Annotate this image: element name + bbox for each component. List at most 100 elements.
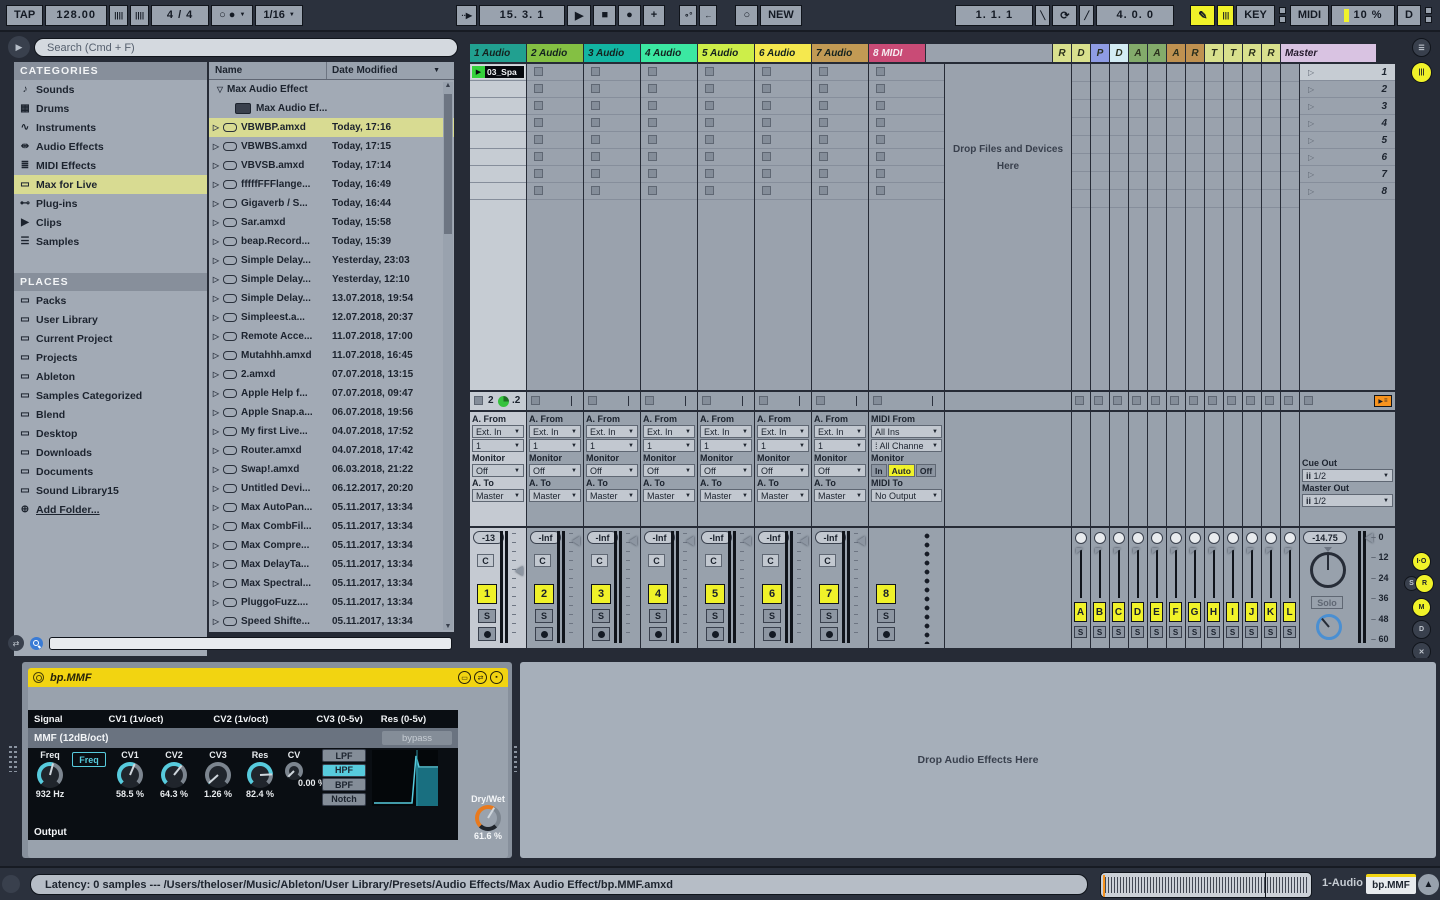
clip-slot[interactable]: ▶ 03_Spa bbox=[470, 64, 526, 81]
clip-stop-button[interactable] bbox=[705, 118, 714, 127]
file-row[interactable]: ▷ fffffFFFlange... Today, 16:49 bbox=[209, 175, 454, 194]
max-edit-button[interactable]: ▭ bbox=[458, 671, 471, 684]
volume-fader[interactable] bbox=[857, 536, 865, 546]
preview-bar[interactable] bbox=[49, 637, 452, 650]
return-track-header[interactable]: T bbox=[1205, 44, 1223, 62]
clip-stop-button[interactable] bbox=[876, 118, 885, 127]
track-stop-button[interactable] bbox=[1189, 396, 1198, 405]
clip-stop-button[interactable] bbox=[762, 169, 771, 178]
solo-button[interactable]: S bbox=[1188, 626, 1201, 638]
clip-stop-button[interactable] bbox=[705, 169, 714, 178]
category-item[interactable]: ⇹ Audio Effects bbox=[14, 137, 207, 156]
expand-icon[interactable]: ▷ bbox=[209, 275, 223, 284]
clip-stop-button[interactable] bbox=[591, 169, 600, 178]
volume-fader[interactable] bbox=[629, 536, 637, 546]
return-track-header[interactable]: R bbox=[1053, 44, 1071, 62]
monitor-select[interactable]: Off▼ bbox=[472, 464, 524, 477]
expand-icon[interactable]: ▷ bbox=[209, 560, 223, 569]
clip-slot[interactable] bbox=[869, 81, 944, 98]
midi-map-button[interactable]: MIDI bbox=[1290, 5, 1329, 26]
arrangement-position-field[interactable]: 15. 3. 1 bbox=[479, 5, 565, 26]
clip-stop-button[interactable] bbox=[591, 152, 600, 161]
return-fader-handle[interactable] bbox=[1133, 548, 1140, 554]
clip[interactable]: ▶ 03_Spa bbox=[471, 65, 525, 79]
clip-slot[interactable] bbox=[641, 132, 697, 149]
category-item[interactable]: ☰ Samples bbox=[14, 232, 207, 251]
clip-slot[interactable] bbox=[527, 115, 583, 132]
quantize-menu[interactable]: 1/16▼ bbox=[255, 5, 302, 26]
audio-from-select[interactable]: Ext. In▼ bbox=[472, 425, 524, 438]
clip-stop-button[interactable] bbox=[648, 169, 657, 178]
audio-to-select[interactable]: Master▼ bbox=[700, 489, 752, 502]
back-to-arrangement-button[interactable]: ← bbox=[699, 5, 717, 26]
clip-stop-button[interactable] bbox=[876, 84, 885, 93]
file-row[interactable]: ▷ Gigaverb / S... Today, 16:44 bbox=[209, 194, 454, 213]
date-column-header[interactable]: Date Modified▼ bbox=[327, 62, 454, 79]
clip-stop-button[interactable] bbox=[762, 152, 771, 161]
place-item[interactable]: ▭ Blend bbox=[14, 405, 207, 424]
freq-mode-button[interactable]: Freq bbox=[72, 752, 106, 767]
clip-slot[interactable] bbox=[470, 149, 526, 166]
track-stop-button[interactable] bbox=[759, 396, 768, 405]
bypass-button[interactable]: bypass bbox=[382, 731, 452, 745]
monitor-select[interactable]: Off▼ bbox=[814, 464, 866, 477]
file-row[interactable]: ▷ Remote Acce... 11.07.2018, 17:00 bbox=[209, 327, 454, 346]
return-fader-handle[interactable] bbox=[1209, 548, 1216, 554]
volume-fader[interactable] bbox=[515, 566, 523, 576]
track-activator-button[interactable]: 1 bbox=[477, 584, 497, 604]
track-stop-button[interactable] bbox=[1227, 396, 1236, 405]
clip-stop-button[interactable] bbox=[705, 186, 714, 195]
hot-swap-icon[interactable]: ⇄ bbox=[8, 635, 24, 651]
place-item[interactable]: ▭ Packs bbox=[14, 291, 207, 310]
monitor-auto-button[interactable]: Auto bbox=[888, 464, 915, 477]
audio-from-select[interactable]: Ext. In▼ bbox=[700, 425, 752, 438]
clip-slot[interactable] bbox=[869, 115, 944, 132]
file-row[interactable]: ▷ Max Compre... 05.11.2017, 13:34 bbox=[209, 536, 454, 555]
return-fader-handle[interactable] bbox=[1285, 548, 1292, 554]
category-item[interactable]: ▶ Clips bbox=[14, 213, 207, 232]
expand-icon[interactable]: ▷ bbox=[209, 446, 223, 455]
collapse-icon[interactable]: ▽ bbox=[213, 85, 227, 94]
scrollbar-thumb[interactable] bbox=[444, 94, 452, 234]
return-fader-handle[interactable] bbox=[1228, 548, 1235, 554]
nudge-up-button[interactable]: |||| bbox=[130, 5, 149, 26]
file-row[interactable]: ▷ PluggoFuzz.... 05.11.2017, 13:34 bbox=[209, 593, 454, 612]
pan-field[interactable]: C bbox=[534, 554, 551, 567]
monitor-select[interactable]: Off▼ bbox=[700, 464, 752, 477]
clip-slot[interactable] bbox=[869, 166, 944, 183]
solo-button[interactable]: S bbox=[1150, 626, 1163, 638]
play-button[interactable]: ▶ bbox=[567, 5, 591, 26]
file-row[interactable]: ▷ Apple Help f... 07.07.2018, 09:47 bbox=[209, 384, 454, 403]
audio-from-select[interactable]: Ext. In▼ bbox=[586, 425, 638, 438]
clip-slot[interactable] bbox=[527, 81, 583, 98]
clip-slot[interactable] bbox=[698, 115, 754, 132]
clip-slot[interactable] bbox=[812, 132, 868, 149]
pan-knob[interactable] bbox=[1075, 532, 1087, 544]
clip-slot[interactable] bbox=[641, 115, 697, 132]
solo-button[interactable]: S bbox=[1207, 626, 1220, 638]
nudge-down-button[interactable]: |||| bbox=[109, 5, 128, 26]
overdub-button[interactable]: + bbox=[643, 5, 665, 26]
clip-slot[interactable] bbox=[812, 166, 868, 183]
clip-slot[interactable] bbox=[584, 166, 640, 183]
file-row[interactable]: ▷ Sar.amxd Today, 15:58 bbox=[209, 213, 454, 232]
master-volume-field[interactable]: -14.75 bbox=[1303, 531, 1347, 544]
automation-arm-button[interactable]: ∘° bbox=[679, 5, 697, 26]
track-stop-button[interactable] bbox=[873, 396, 882, 405]
clip-slot[interactable] bbox=[755, 81, 811, 98]
solo-button[interactable]: S bbox=[820, 609, 838, 623]
return-fader-handle[interactable] bbox=[1114, 548, 1121, 554]
expand-icon[interactable]: ▷ bbox=[209, 161, 223, 170]
clip-slot[interactable] bbox=[698, 183, 754, 200]
clip-slot[interactable] bbox=[470, 166, 526, 183]
track-stop-button[interactable] bbox=[1265, 396, 1274, 405]
clip-stop-button[interactable] bbox=[819, 152, 828, 161]
cpu-meter[interactable]: 10 % bbox=[1331, 5, 1395, 26]
io-section-toggle[interactable]: I·O bbox=[1412, 552, 1431, 571]
track-header[interactable]: 1 Audio bbox=[470, 44, 526, 62]
clip-slot[interactable] bbox=[812, 183, 868, 200]
category-item[interactable]: ▭ Max for Live bbox=[14, 175, 207, 194]
clip-slot[interactable] bbox=[698, 149, 754, 166]
audio-to-select[interactable]: Master▼ bbox=[643, 489, 695, 502]
clip-stop-button[interactable] bbox=[762, 135, 771, 144]
